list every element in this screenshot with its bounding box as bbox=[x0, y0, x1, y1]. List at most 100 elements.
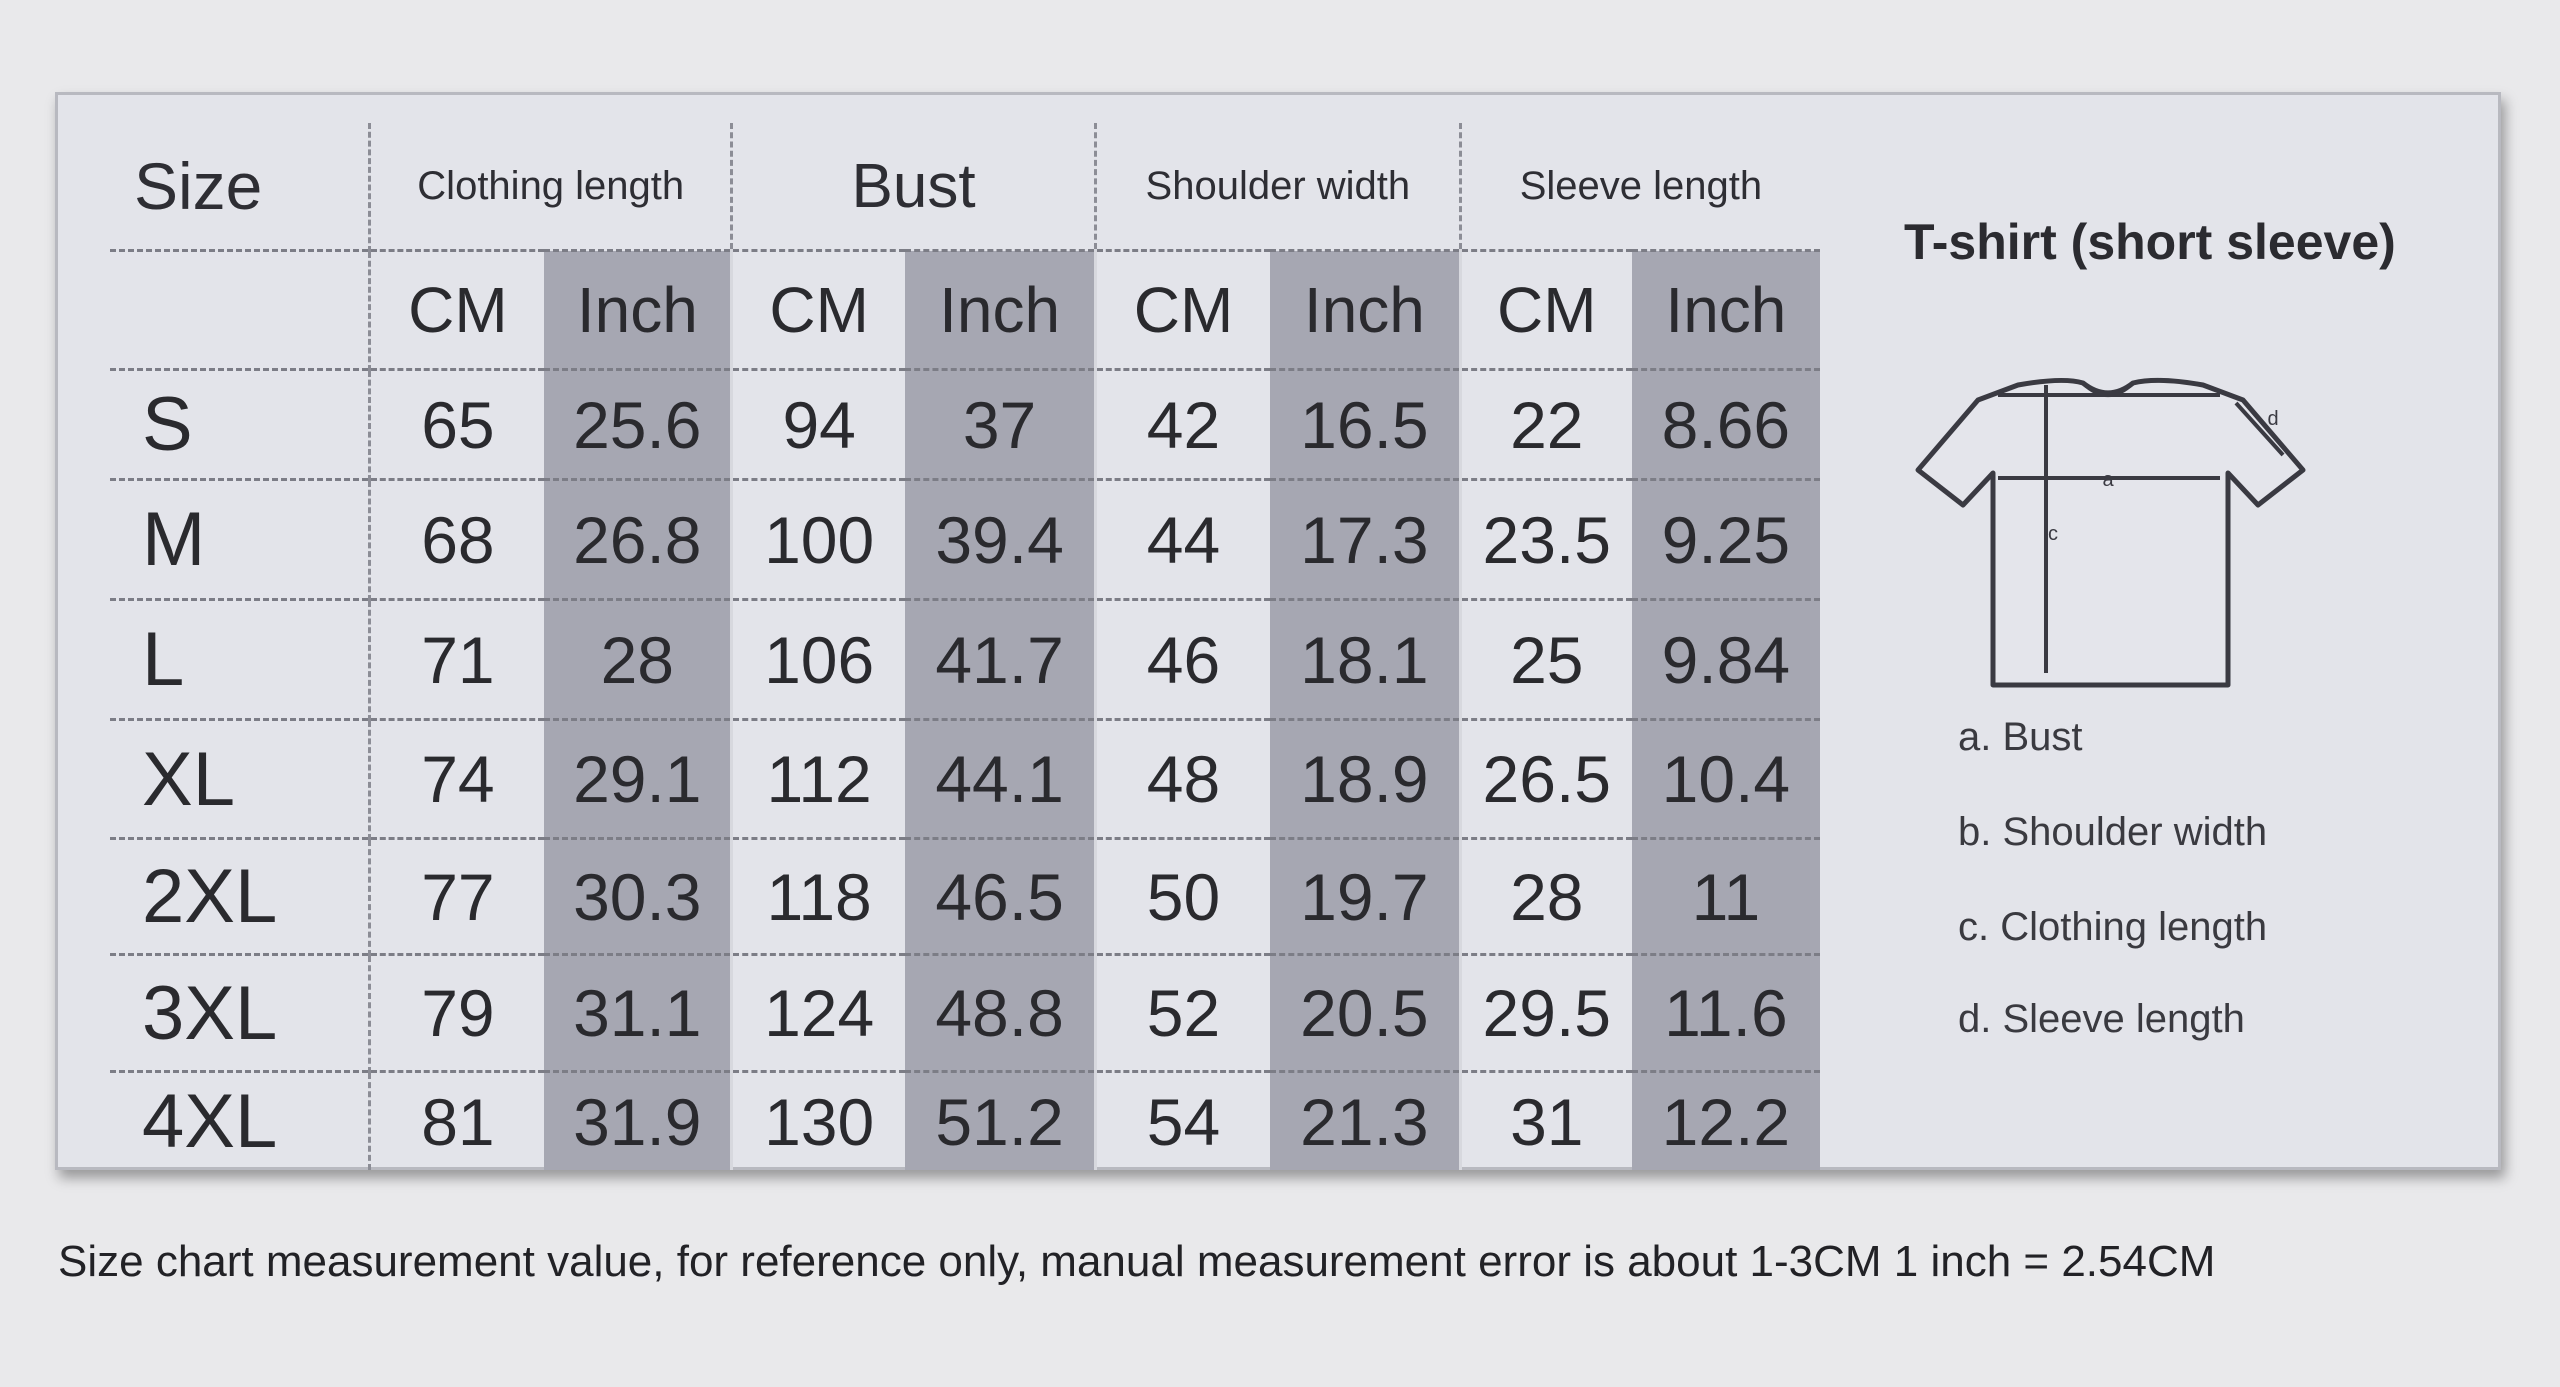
unit-cm: CM bbox=[730, 249, 906, 370]
inch-value-cell: 48.8 bbox=[905, 953, 1096, 1072]
legend-shoulder-width: b. Shoulder width bbox=[1958, 810, 2268, 854]
inch-value-cell: 11 bbox=[1631, 837, 1820, 955]
size-label: 4XL bbox=[110, 1070, 370, 1170]
cm-value-cell: 50 bbox=[1093, 837, 1271, 955]
table-row: 4XL 81 31.9 130 51.2 54 21.3 31 12.2 bbox=[110, 1070, 1820, 1170]
cm-value-cell: 22 bbox=[1458, 368, 1632, 480]
size-table-wrap: Size Clothing length Bust Shoulder width… bbox=[110, 123, 1820, 1170]
group-header-row: Size Clothing length Bust Shoulder width… bbox=[110, 123, 1820, 251]
cm-value-cell: 124 bbox=[730, 953, 906, 1072]
cm-value-cell: 65 bbox=[368, 368, 545, 480]
inch-value-cell: 12.2 bbox=[1631, 1070, 1820, 1170]
group-header-shoulder-width: Shoulder width bbox=[1093, 123, 1461, 251]
inch-value-cell: 44.1 bbox=[905, 718, 1096, 839]
legend-sleeve-length: d. Sleeve length bbox=[1958, 997, 2245, 1041]
unit-inch: Inch bbox=[905, 249, 1096, 370]
cm-value-cell: 31 bbox=[1458, 1070, 1632, 1170]
marker-a-label: a bbox=[2102, 469, 2114, 491]
cm-value-cell: 26.5 bbox=[1458, 718, 1632, 839]
legend-bust: a. Bust bbox=[1958, 715, 2083, 759]
size-label: M bbox=[110, 478, 370, 600]
cm-value-cell: 44 bbox=[1093, 478, 1271, 600]
cm-value-cell: 81 bbox=[368, 1070, 545, 1170]
size-label: 2XL bbox=[110, 837, 370, 955]
marker-c-label: c bbox=[2048, 523, 2058, 545]
diagram-title: T-shirt (short sleeve) bbox=[1904, 214, 2396, 270]
unit-cm: CM bbox=[368, 249, 545, 370]
cm-value-cell: 52 bbox=[1093, 953, 1271, 1072]
cm-value-cell: 46 bbox=[1093, 598, 1271, 720]
inch-value-cell: 19.7 bbox=[1270, 837, 1461, 955]
size-table: Size Clothing length Bust Shoulder width… bbox=[110, 123, 1820, 1170]
size-chart-card: Size Clothing length Bust Shoulder width… bbox=[55, 92, 2501, 1170]
cm-value-cell: 112 bbox=[730, 718, 906, 839]
group-header-bust: Bust bbox=[730, 123, 1096, 251]
inch-value-cell: 41.7 bbox=[905, 598, 1096, 720]
size-label: 3XL bbox=[110, 953, 370, 1072]
inch-value-cell: 26.8 bbox=[544, 478, 732, 600]
cm-value-cell: 118 bbox=[730, 837, 906, 955]
group-header-clothing-length: Clothing length bbox=[368, 123, 732, 251]
inch-value-cell: 18.1 bbox=[1270, 598, 1461, 720]
cm-value-cell: 25 bbox=[1458, 598, 1632, 720]
inch-value-cell: 16.5 bbox=[1270, 368, 1461, 480]
table-row: 2XL 77 30.3 118 46.5 50 19.7 28 11 bbox=[110, 837, 1820, 955]
inch-value-cell: 46.5 bbox=[905, 837, 1096, 955]
inch-value-cell: 31.1 bbox=[544, 953, 732, 1072]
size-label: S bbox=[110, 368, 370, 480]
inch-value-cell: 18.9 bbox=[1270, 718, 1461, 839]
cm-value-cell: 48 bbox=[1093, 718, 1271, 839]
unit-cm: CM bbox=[1093, 249, 1271, 370]
inch-value-cell: 37 bbox=[905, 368, 1096, 480]
group-header-sleeve-length: Sleeve length bbox=[1458, 123, 1820, 251]
cm-value-cell: 79 bbox=[368, 953, 545, 1072]
table-row: S 65 25.6 94 37 42 16.5 22 8.66 bbox=[110, 368, 1820, 480]
cm-value-cell: 68 bbox=[368, 478, 545, 600]
cm-value-cell: 42 bbox=[1093, 368, 1271, 480]
size-label: XL bbox=[110, 718, 370, 839]
cm-value-cell: 71 bbox=[368, 598, 545, 720]
inch-value-cell: 9.25 bbox=[1631, 478, 1820, 600]
cm-value-cell: 94 bbox=[730, 368, 906, 480]
inch-value-cell: 9.84 bbox=[1631, 598, 1820, 720]
inch-value-cell: 10.4 bbox=[1631, 718, 1820, 839]
cm-value-cell: 54 bbox=[1093, 1070, 1271, 1170]
table-row: XL 74 29.1 112 44.1 48 18.9 26.5 10.4 bbox=[110, 718, 1820, 839]
inch-value-cell: 29.1 bbox=[544, 718, 732, 839]
marker-d-label: d bbox=[2267, 408, 2278, 430]
diagram-panel: T-shirt (short sleeve) a c d a. Bust b. … bbox=[1838, 95, 2498, 1165]
unit-inch: Inch bbox=[1270, 249, 1461, 370]
legend-clothing-length: c. Clothing length bbox=[1958, 905, 2268, 949]
size-label: L bbox=[110, 598, 370, 720]
unit-inch: Inch bbox=[1631, 249, 1820, 370]
inch-value-cell: 51.2 bbox=[905, 1070, 1096, 1170]
table-row: 3XL 79 31.1 124 48.8 52 20.5 29.5 11.6 bbox=[110, 953, 1820, 1072]
inch-value-cell: 31.9 bbox=[544, 1070, 732, 1170]
inch-value-cell: 11.6 bbox=[1631, 953, 1820, 1072]
inch-value-cell: 20.5 bbox=[1270, 953, 1461, 1072]
inch-value-cell: 30.3 bbox=[544, 837, 732, 955]
inch-value-cell: 25.6 bbox=[544, 368, 732, 480]
cm-value-cell: 74 bbox=[368, 718, 545, 839]
table-row: L 71 28 106 41.7 46 18.1 25 9.84 bbox=[110, 598, 1820, 720]
cm-value-cell: 130 bbox=[730, 1070, 906, 1170]
inch-value-cell: 21.3 bbox=[1270, 1070, 1461, 1170]
inch-value-cell: 17.3 bbox=[1270, 478, 1461, 600]
cm-value-cell: 100 bbox=[730, 478, 906, 600]
cm-value-cell: 28 bbox=[1458, 837, 1632, 955]
footer-note: Size chart measurement value, for refere… bbox=[58, 1237, 2216, 1286]
inch-value-cell: 39.4 bbox=[905, 478, 1096, 600]
table-row: M 68 26.8 100 39.4 44 17.3 23.5 9.25 bbox=[110, 478, 1820, 600]
unit-inch: Inch bbox=[544, 249, 732, 370]
cm-value-cell: 106 bbox=[730, 598, 906, 720]
tshirt-diagram-icon: a c d bbox=[1915, 377, 2306, 688]
size-header: Size bbox=[134, 149, 263, 223]
unit-cm: CM bbox=[1458, 249, 1632, 370]
inch-value-cell: 28 bbox=[544, 598, 732, 720]
cm-value-cell: 23.5 bbox=[1458, 478, 1632, 600]
unit-row: CM Inch CM Inch CM Inch CM Inch bbox=[110, 249, 1820, 370]
cm-value-cell: 77 bbox=[368, 837, 545, 955]
inch-value-cell: 8.66 bbox=[1631, 368, 1820, 480]
unit-row-blank bbox=[110, 249, 370, 370]
cm-value-cell: 29.5 bbox=[1458, 953, 1632, 1072]
